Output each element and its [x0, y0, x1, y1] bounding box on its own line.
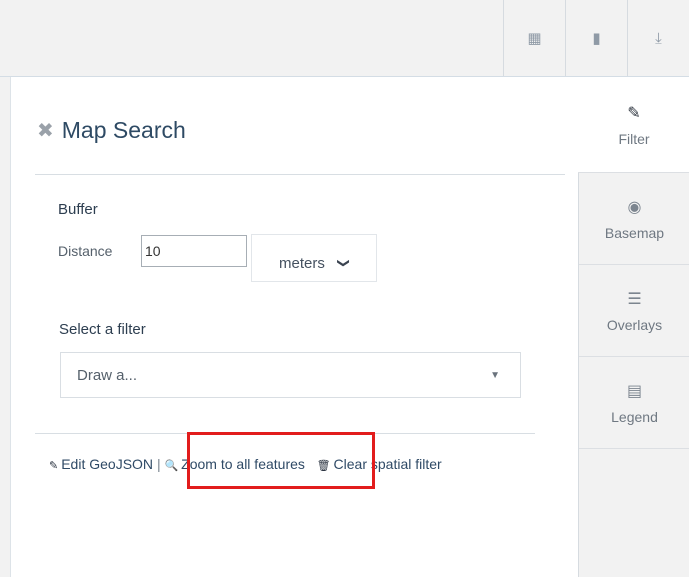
search-icon: 🔍 — [164, 460, 179, 472]
pencil-icon: ✎ — [49, 460, 59, 472]
buffer-label: Buffer — [58, 201, 98, 218]
filter-select[interactable]: Draw a... ▼ — [60, 352, 521, 398]
pencil-icon: ✎ — [627, 104, 641, 122]
tab-label: Basemap — [604, 224, 665, 241]
download-button[interactable]: ⤓ — [627, 0, 689, 76]
clear-spatial-filter-label: Clear spatial filter — [333, 456, 442, 472]
bookmark-icon: ▮ — [592, 30, 601, 47]
top-toolbar: ▦ ▮ ⤓ — [0, 0, 689, 77]
tab-label: Legend — [611, 408, 658, 425]
edit-geojson-link[interactable]: ✎ Edit GeoJSON — [49, 456, 153, 472]
unit-select[interactable]: meters ❯ — [251, 234, 377, 282]
download-icon: ⤓ — [655, 29, 662, 47]
filter-select-value: Draw a... — [77, 366, 138, 384]
legend-icon: ▤ — [626, 382, 643, 400]
globe-icon: ◉ — [627, 198, 642, 216]
bookmark-button[interactable]: ▮ — [565, 0, 627, 76]
zoom-to-all-features-link[interactable]: 🔍 Zoom to all features — [164, 456, 304, 472]
tab-label: Filter — [618, 130, 650, 147]
sidebar-tabs: ✎ Filter ◉ Basemap ☰ Overlays ▤ Legend — [578, 77, 689, 577]
zoom-to-all-features-label: Zoom to all features — [181, 456, 305, 472]
map-search-panel: ✖ Map Search Buffer Distance meters ❯ Se… — [10, 77, 578, 577]
tab-legend[interactable]: ▤ Legend — [579, 357, 689, 449]
chevron-down-icon: ❯ — [336, 257, 351, 269]
tab-filter[interactable]: ✎ Filter — [578, 77, 689, 173]
panel-header: ✖ Map Search — [37, 117, 186, 144]
list-icon: ☰ — [627, 290, 642, 308]
calendar-button[interactable]: ▦ — [503, 0, 565, 76]
filter-label: Select a filter — [59, 321, 146, 338]
filter-actions: ✎ Edit GeoJSON | 🔍 Zoom to all features 🗑 C… — [49, 453, 519, 477]
distance-input[interactable] — [141, 235, 247, 267]
trash-icon: 🗑 — [316, 460, 331, 472]
distance-label: Distance — [58, 243, 113, 259]
edit-geojson-label: Edit GeoJSON — [61, 456, 154, 472]
link-separator: | — [156, 456, 161, 472]
divider — [35, 433, 535, 434]
tab-label: Overlays — [606, 316, 663, 333]
unit-select-value: meters — [279, 254, 325, 272]
close-icon[interactable]: ✖ — [37, 121, 54, 141]
map-edge — [0, 77, 10, 577]
tab-basemap[interactable]: ◉ Basemap — [579, 173, 689, 265]
caret-down-icon: ▼ — [490, 370, 500, 381]
clear-spatial-filter-link[interactable]: 🗑 Clear spatial filter — [317, 456, 442, 472]
panel-title: Map Search — [61, 117, 186, 143]
divider — [35, 174, 565, 175]
tab-overlays[interactable]: ☰ Overlays — [579, 265, 689, 357]
calendar-icon: ▦ — [527, 30, 542, 47]
